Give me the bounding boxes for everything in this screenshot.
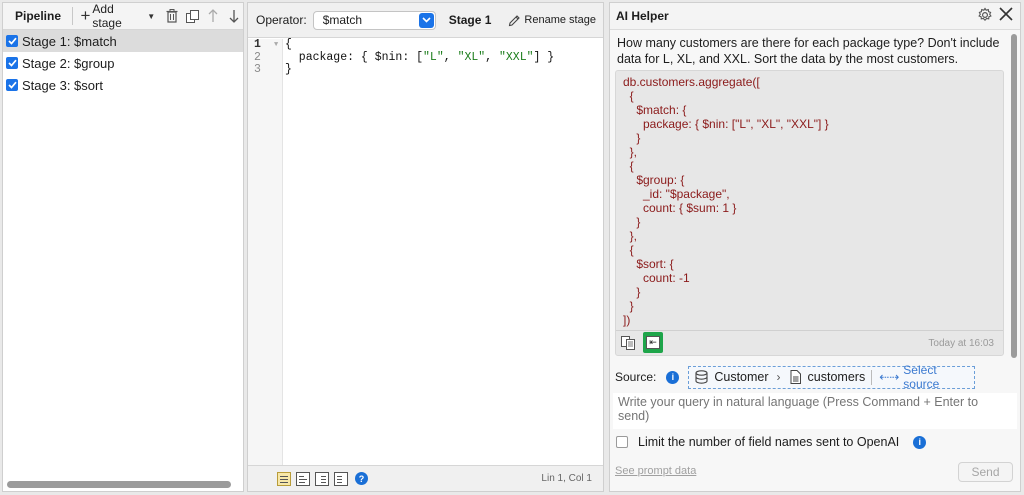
pipeline-toolbar: Pipeline + Add stage ▼ [3,2,243,30]
operator-label: Operator: [256,13,307,27]
database-icon [695,370,708,384]
stage-label: Stage 1: $match [22,33,117,49]
align-left-icon[interactable] [296,471,310,486]
line-number: 1 ▼ [254,38,279,52]
select-source-button[interactable]: ⇠⇢ Select source [879,363,974,391]
stage-title: Stage 1 [448,13,492,27]
duplicate-icon[interactable] [184,6,202,26]
info-icon[interactable]: i [666,370,680,384]
close-icon[interactable] [998,6,1014,25]
cursor-position: Lin 1, Col 1 [541,473,592,484]
line-number: 3 [254,63,261,76]
source-row: Source: i Customer › customers ⇠⇢ Select… [615,363,976,391]
plus-icon: + [80,6,91,25]
stage-label: Stage 3: $sort [22,77,103,93]
operator-select[interactable]: $match [312,10,436,30]
select-source-label: Select source [903,363,940,391]
stage-item[interactable]: Stage 2: $group [3,52,243,74]
chat-history: How many customers are there for each pa… [610,31,1009,361]
arrow-down-icon[interactable] [225,6,243,26]
ai-answer: db.customers.aggregate([ { $match: { pac… [615,70,1004,356]
ai-helper-panel: AI Helper How many customers are there f… [609,2,1021,492]
operator-value: $match [322,13,363,27]
stage-list: Stage 1: $match Stage 2: $group Stage 3: $… [3,30,243,96]
caret-down-icon: ▼ [147,11,156,21]
collection-icon [789,370,802,384]
rename-stage-button[interactable]: Rename stage [508,14,596,27]
copy-icon[interactable] [621,336,636,353]
code-editor[interactable]: 1 ▼ 2 3 { package: { $nin: ["L", "XL", "X… [248,38,603,465]
pencil-icon [509,14,521,26]
query-input[interactable] [613,393,1017,429]
ai-helper-title: AI Helper [616,9,669,23]
source-label: Source: [615,370,657,384]
stage-item[interactable]: Stage 1: $match [3,30,243,52]
gear-icon[interactable] [977,7,993,26]
chevron-right-icon: › [776,370,781,384]
editor-toolbar: Operator: $match Stage 1 Rename stage [248,3,603,38]
stage-enabled-checkbox[interactable] [6,79,18,91]
ai-helper-header: AI Helper [610,3,1020,30]
code-content[interactable]: { package: { $nin: ["L", "XL", "XXL"] } … [285,38,555,77]
info-icon[interactable]: i [913,435,927,449]
rename-stage-label: Rename stage [524,14,596,26]
source-selector[interactable]: Customer › customers ⇠⇢ Select source [688,363,976,391]
code-line: } [285,63,292,76]
divider [871,369,873,385]
stage-editor-panel: Operator: $match Stage 1 Rename stage 1 ▼… [247,2,604,492]
toolbar-divider [71,7,73,25]
stage-item[interactable]: Stage 3: $sort [3,74,243,96]
pipeline-title: Pipeline [15,9,62,23]
limit-fields-row: Limit the number of field names sent to … [616,435,927,449]
swap-arrows-icon: ⇠⇢ [879,370,900,384]
code-line: package: { $nin: ["L", "XL", "XXL"] } [285,50,555,64]
line-gutter: 1 ▼ 2 3 [248,38,283,465]
see-prompt-data-link[interactable]: See prompt data [615,465,696,477]
fold-arrow-icon[interactable]: ▼ [274,39,278,52]
stage-enabled-checkbox[interactable] [6,57,18,69]
stage-label: Stage 2: $group [22,55,115,71]
source-database[interactable]: Customer [714,370,768,384]
answer-timestamp: Today at 16:03 [928,338,994,349]
source-collection[interactable]: customers [808,370,866,384]
limit-fields-checkbox[interactable] [616,436,628,448]
format-icon[interactable] [277,471,291,486]
user-question: How many customers are there for each pa… [617,36,1000,66]
help-icon[interactable]: ? [355,472,368,485]
arrow-up-icon[interactable] [204,6,222,26]
answer-code: db.customers.aggregate([ { $match: { pac… [623,75,829,327]
stage-enabled-checkbox[interactable] [6,35,18,47]
editor-status-bar: ? Lin 1, Col 1 [248,465,603,491]
chevron-down-icon [418,12,434,28]
outdent-icon[interactable] [334,471,348,486]
insert-into-editor-button[interactable]: ⇤ [643,332,663,353]
send-button[interactable]: Send [958,462,1013,482]
add-stage-label: Add stage [92,2,122,30]
horizontal-scrollbar[interactable] [7,481,231,488]
trash-icon[interactable] [163,6,181,26]
add-stage-button[interactable]: + Add stage ▼ [80,2,155,30]
indent-icon[interactable] [315,471,329,486]
limit-fields-label: Limit the number of field names sent to … [638,435,900,449]
answer-actions: ⇤ Today at 16:03 [616,330,1003,355]
vertical-scrollbar[interactable] [1011,34,1017,358]
insert-arrow-icon: ⇤ [646,336,660,349]
pipeline-panel: Pipeline + Add stage ▼ Stage 1: $match St… [2,2,244,492]
